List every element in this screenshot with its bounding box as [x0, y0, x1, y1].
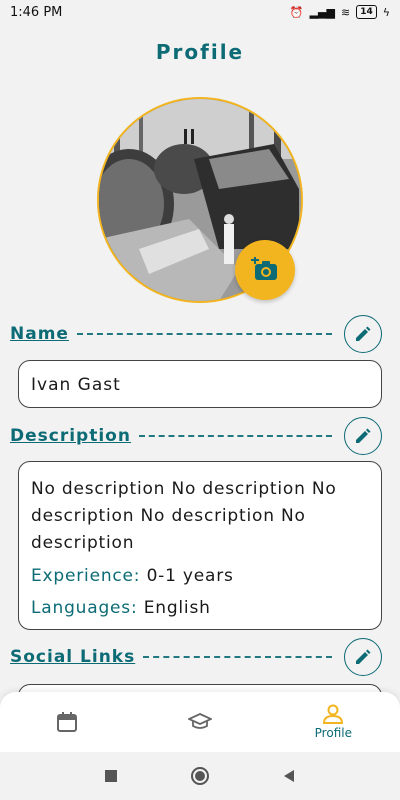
divider — [143, 656, 332, 658]
social-links-section-header: Social Links — [10, 637, 382, 677]
charging-icon: ϟ — [382, 5, 390, 19]
page-title: Profile — [155, 40, 245, 64]
system-navigation-bar — [0, 752, 400, 800]
person-icon — [323, 704, 344, 724]
graduation-cap-icon — [187, 713, 212, 729]
pencil-icon — [356, 428, 371, 443]
pencil-icon — [356, 649, 371, 664]
nav-item-profile[interactable]: Profile — [267, 692, 400, 752]
recents-button[interactable] — [104, 769, 118, 783]
add-photo-icon — [251, 257, 277, 280]
battery-indicator: 14 — [356, 5, 377, 19]
languages-label: Languages: — [31, 598, 138, 618]
description-text: No description No description No descrip… — [31, 479, 337, 553]
name-field[interactable]: Ivan Gast — [18, 360, 382, 408]
edit-social-links-button[interactable] — [344, 638, 382, 676]
social-links-label: Social Links — [10, 647, 136, 667]
calendar-icon — [56, 712, 77, 732]
status-time: 1:46 PM — [10, 4, 63, 20]
back-button[interactable] — [282, 769, 296, 783]
signal-icon: ▂▄▆ — [309, 5, 335, 19]
pencil-icon — [356, 326, 371, 341]
edit-description-button[interactable] — [344, 417, 382, 455]
wifi-icon: ≋ — [340, 5, 351, 19]
home-button[interactable] — [190, 766, 210, 786]
status-bar: 1:46 PM ⏰ ▂▄▆ ≋ 14 ϟ — [0, 0, 400, 24]
status-icons: ⏰ ▂▄▆ ≋ 14 ϟ — [290, 5, 390, 19]
name-value: Ivan Gast — [31, 375, 121, 395]
edit-name-button[interactable] — [344, 315, 382, 353]
languages-row: Languages: English — [31, 595, 369, 621]
name-label: Name — [10, 324, 69, 344]
languages-value: English — [143, 598, 211, 618]
divider — [138, 435, 332, 437]
description-label: Description — [10, 426, 131, 446]
name-section-header: Name — [10, 314, 382, 354]
nav-item-learning[interactable] — [133, 692, 266, 752]
avatar-container — [97, 97, 303, 303]
experience-label: Experience: — [31, 566, 141, 586]
description-section-header: Description — [10, 416, 382, 456]
experience-row: Experience: 0-1 years — [31, 563, 369, 589]
alarm-icon: ⏰ — [289, 5, 304, 19]
description-card[interactable]: No description No description No descrip… — [18, 461, 382, 630]
nav-label-profile: Profile — [314, 726, 352, 740]
nav-item-calendar[interactable] — [0, 692, 133, 752]
change-photo-button[interactable] — [235, 240, 295, 300]
experience-value: 0-1 years — [146, 566, 234, 586]
divider — [76, 333, 332, 335]
bottom-navigation: Profile — [0, 692, 400, 752]
